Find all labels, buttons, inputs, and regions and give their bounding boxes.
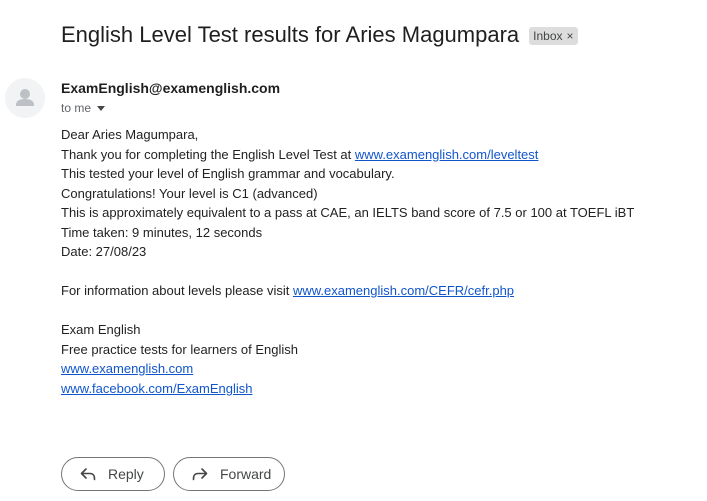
level-line: Congratulations! Your level is C1 (advan… xyxy=(61,185,318,201)
date-line: Date: 27/08/23 xyxy=(61,244,147,259)
greeting: Dear Aries Magumpara, xyxy=(61,127,199,142)
info-line: For information about levels please visi… xyxy=(61,281,634,301)
email-subject: English Level Test results for Aries Mag… xyxy=(61,22,520,47)
tested-line: This tested your level of English gramma… xyxy=(61,166,395,181)
forward-label: Forward xyxy=(220,466,272,482)
label-text: Inbox xyxy=(533,29,563,43)
person-icon xyxy=(16,89,34,106)
recipient-text: to me xyxy=(61,101,92,115)
subject-row: English Level Test results for Aries Mag… xyxy=(61,18,578,52)
forward-button[interactable]: Forward xyxy=(173,457,285,491)
reply-button[interactable]: Reply xyxy=(61,457,165,491)
time-taken-line: Time taken: 9 minutes, 12 seconds xyxy=(61,224,263,240)
sender-avatar[interactable] xyxy=(5,78,45,118)
inbox-label-chip[interactable]: Inbox × xyxy=(529,27,578,45)
sender-address[interactable]: ExamEnglish@examenglish.com xyxy=(61,79,280,97)
forward-arrow-icon xyxy=(192,467,208,481)
equivalent-line: This is approximately equivalent to a pa… xyxy=(61,205,635,220)
leveltest-link[interactable]: www.examenglish.com/leveltest xyxy=(355,147,539,162)
reply-arrow-icon xyxy=(80,467,96,481)
signature-tagline: Free practice tests for learners of Engl… xyxy=(61,341,298,357)
reply-label: Reply xyxy=(108,466,144,482)
signature-facebook-line: www.facebook.com/ExamEnglish xyxy=(61,379,634,399)
caret-down-icon[interactable] xyxy=(97,105,106,111)
thanks-line: Thank you for completing the English Lev… xyxy=(61,145,634,165)
info-text: For information about levels please visi… xyxy=(61,283,293,298)
site-link[interactable]: www.examenglish.com xyxy=(61,361,193,376)
signature-name: Exam English xyxy=(61,322,141,337)
remove-label-icon[interactable]: × xyxy=(567,28,574,44)
cefr-link[interactable]: www.examenglish.com/CEFR/cefr.php xyxy=(293,283,514,298)
thanks-text: Thank you for completing the English Lev… xyxy=(61,146,355,162)
recipient-line: to me xyxy=(61,99,106,117)
reply-actions: Reply Forward xyxy=(61,457,285,491)
email-body: Dear Aries Magumpara, Thank you for comp… xyxy=(61,125,634,398)
signature-site-line: www.examenglish.com xyxy=(61,359,634,379)
email-view: English Level Test results for Aries Mag… xyxy=(0,0,707,501)
facebook-link[interactable]: www.facebook.com/ExamEnglish xyxy=(61,381,252,396)
